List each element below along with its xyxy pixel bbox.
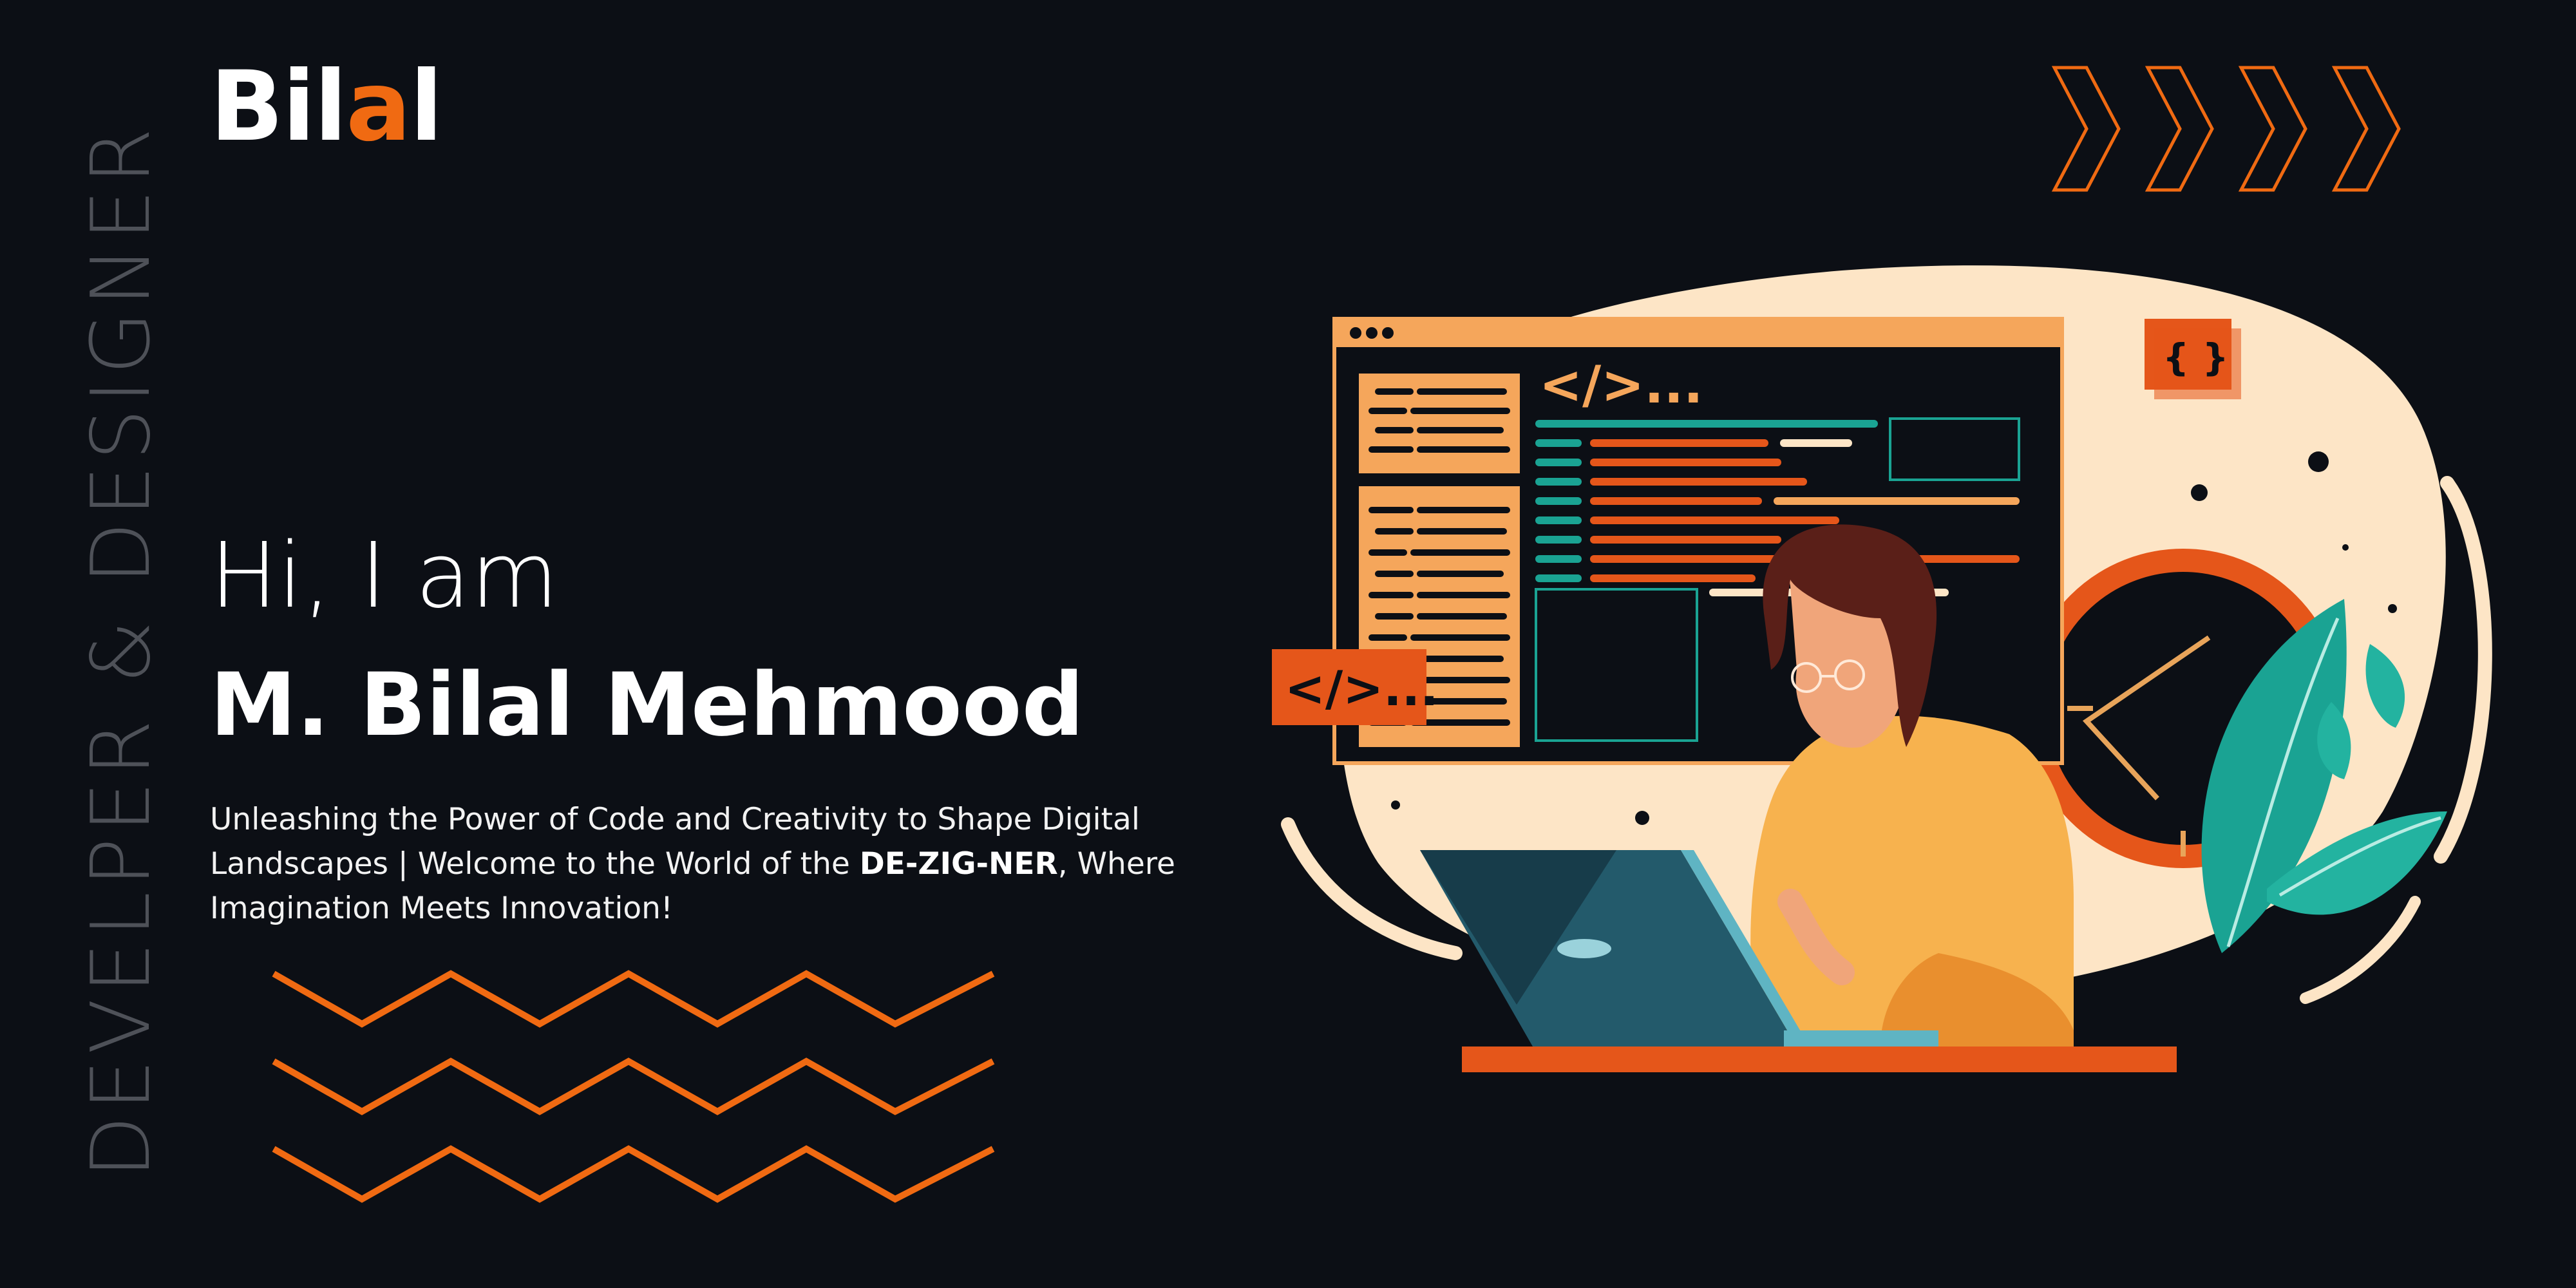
hero-name: M. Bilal Mehmood	[210, 654, 1084, 755]
logo[interactable]: Bilal	[210, 55, 443, 158]
logo-text-end: l	[410, 51, 442, 163]
developer-illustration: </>... </>... { }	[1272, 265, 2492, 1072]
side-label: DEVELPER & DESIGNER	[73, 122, 168, 1179]
code-window: </>...	[1332, 317, 2064, 765]
hero-greeting: Hi, I am	[210, 524, 559, 629]
code-tag-badge: </>...	[1285, 660, 1439, 717]
braces-icon: { }	[2163, 336, 2229, 379]
chevron-right-icon	[2051, 66, 2121, 192]
chevron-right-icon	[2145, 66, 2214, 192]
code-tag-label: </>...	[1539, 355, 1703, 415]
chevron-right-icon	[2331, 66, 2401, 192]
logo-text-start: Bil	[210, 51, 347, 163]
chevron-right-icon	[2238, 66, 2307, 192]
chevron-arrows-decoration	[2051, 66, 2401, 192]
tagline-highlight: DE-ZIG-NER	[859, 846, 1058, 882]
logo-accent-letter: a	[346, 51, 411, 163]
hero-tagline: Unleashing the Power of Code and Creativ…	[210, 797, 1273, 931]
zigzag-decoration	[272, 970, 995, 1203]
